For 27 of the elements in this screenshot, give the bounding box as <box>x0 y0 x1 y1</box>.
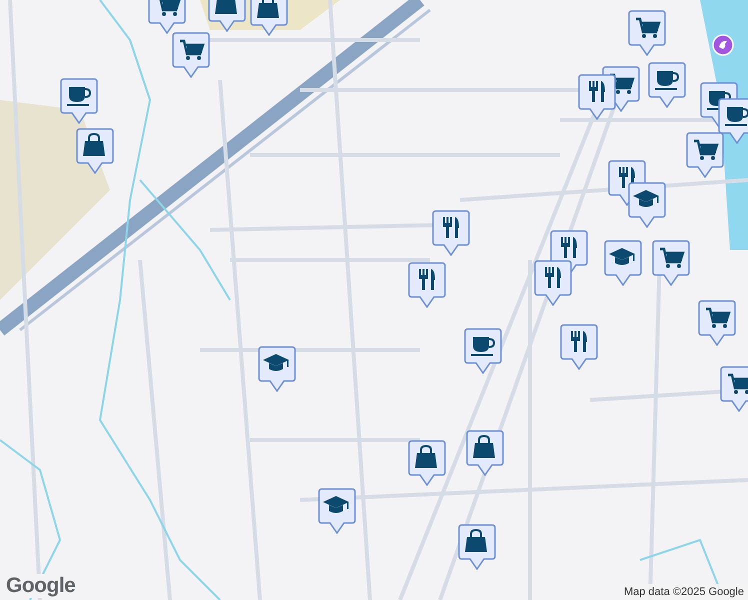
google-logo: Google <box>4 574 78 598</box>
graduation-cap-marker[interactable] <box>604 240 642 286</box>
coffee-cup-marker[interactable] <box>648 62 686 108</box>
fork-knife-marker[interactable] <box>534 260 572 306</box>
fork-knife-marker[interactable] <box>432 210 470 256</box>
shopping-bag-marker[interactable] <box>250 0 288 36</box>
fork-knife-marker[interactable] <box>578 74 616 120</box>
fork-knife-marker[interactable] <box>408 262 446 308</box>
shopping-bag-marker[interactable] <box>408 440 446 486</box>
cart-marker[interactable] <box>720 366 748 412</box>
graduation-cap-marker[interactable] <box>258 346 296 392</box>
cart-marker[interactable] <box>698 300 736 346</box>
coffee-cup-marker[interactable] <box>464 328 502 374</box>
cart-marker[interactable] <box>652 240 690 286</box>
cart-marker[interactable] <box>686 132 724 178</box>
shopping-bag-marker[interactable] <box>458 524 496 570</box>
place-pin-icon[interactable] <box>712 34 734 56</box>
coffee-cup-marker[interactable] <box>718 98 748 144</box>
shopping-bag-marker[interactable] <box>466 430 504 476</box>
cart-marker[interactable] <box>148 0 186 34</box>
coffee-cup-marker[interactable] <box>60 78 98 124</box>
cart-marker[interactable] <box>628 10 666 56</box>
shopping-bag-marker[interactable] <box>76 128 114 174</box>
fork-knife-marker[interactable] <box>560 324 598 370</box>
graduation-cap-marker[interactable] <box>628 182 666 228</box>
cart-marker[interactable] <box>172 32 210 78</box>
graduation-cap-marker[interactable] <box>318 488 356 534</box>
